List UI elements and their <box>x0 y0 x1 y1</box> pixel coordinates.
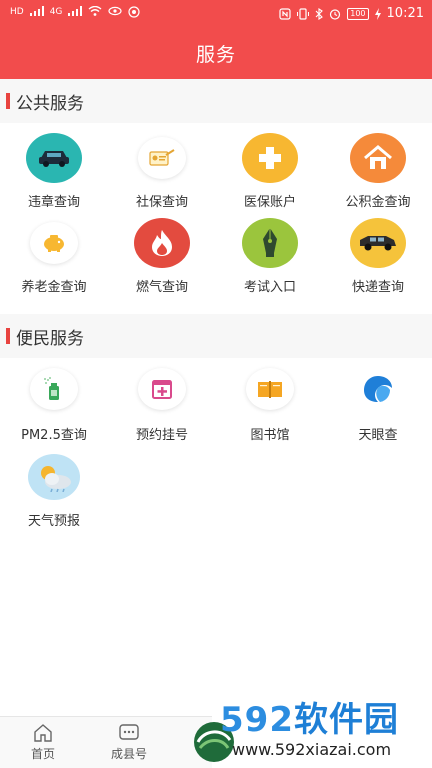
hd-indicator: HD <box>10 7 24 17</box>
status-bar: HD 4G 100 10:21 <box>0 0 432 28</box>
service-weather[interactable]: 天气预报 <box>11 454 97 529</box>
item-label: 天眼查 <box>358 428 398 443</box>
watermark-text: 软件园 <box>293 700 399 740</box>
section-title: 公共服务 <box>16 94 84 114</box>
chat-bubble-icon <box>99 723 159 743</box>
battery-level: 100 <box>347 7 369 20</box>
app-header: HD 4G 100 10:21 服务 <box>0 0 432 79</box>
delivery-van-icon <box>350 218 406 268</box>
status-right: 100 10:21 <box>279 6 424 21</box>
air-spray-icon <box>30 368 78 410</box>
item-label: 医保账户 <box>243 195 296 210</box>
nfc-icon <box>279 7 291 20</box>
home-icon <box>13 723 73 743</box>
charging-icon <box>374 7 381 20</box>
book-icon <box>246 368 294 410</box>
watermark-digits: 592 <box>220 700 294 740</box>
flame-icon <box>134 218 190 268</box>
section-accent-bar <box>6 93 10 109</box>
service-library[interactable]: 图书馆 <box>227 368 313 443</box>
weather-icon <box>28 454 80 500</box>
house-icon <box>350 133 406 183</box>
watermark-url: www.592xiazai.com <box>232 740 392 759</box>
pen-icon <box>242 218 298 268</box>
nav-label: 首页 <box>30 747 55 761</box>
service-social-security[interactable]: 社保查询 <box>119 133 205 210</box>
item-label: 天气预报 <box>27 514 80 529</box>
signal-icon-2 <box>68 6 83 18</box>
item-label: 快递查询 <box>351 280 404 295</box>
service-tianyancha[interactable]: 天眼查 <box>335 368 421 443</box>
signal-icon <box>29 6 44 18</box>
eye-icon <box>108 6 123 18</box>
bluetooth-icon <box>315 7 324 20</box>
car-icon <box>26 133 82 183</box>
service-medical-account[interactable]: 医保账户 <box>227 133 313 210</box>
item-label: 考试入口 <box>243 280 296 295</box>
item-label: 公积金查询 <box>345 195 411 210</box>
nav-home[interactable]: 首页 <box>13 723 73 762</box>
watermark-brand: 592软件园 <box>220 692 399 741</box>
network-label: 4G <box>49 7 63 17</box>
social-security-card-icon <box>138 137 186 179</box>
convenience-services-header: 便民服务 <box>0 314 432 358</box>
public-services-header: 公共服务 <box>0 79 432 123</box>
section-accent-bar <box>6 328 10 344</box>
site-watermark: 592软件园 www.592xiazai.com <box>194 688 432 768</box>
hospital-register-icon <box>138 368 186 410</box>
item-label: 社保查询 <box>135 195 188 210</box>
clock: 10:21 <box>386 6 424 21</box>
service-express-query[interactable]: 快递查询 <box>335 218 421 295</box>
alarm-icon <box>329 8 341 20</box>
nav-chengxian[interactable]: 成县号 <box>99 723 159 762</box>
status-left: HD 4G <box>10 5 141 18</box>
item-label: 养老金查询 <box>21 280 87 295</box>
page-title: 服务 <box>195 44 236 66</box>
vibrate-icon <box>297 7 310 20</box>
item-label: 图书馆 <box>250 428 290 443</box>
item-label: 燃气查询 <box>135 280 188 295</box>
item-label: 违章查询 <box>27 195 80 210</box>
item-label: 预约挂号 <box>135 428 188 443</box>
service-exam-entry[interactable]: 考试入口 <box>227 218 313 295</box>
service-pension-query[interactable]: 养老金查询 <box>11 218 97 295</box>
service-violation-query[interactable]: 违章查询 <box>11 133 97 210</box>
service-gas-query[interactable]: 燃气查询 <box>119 218 205 295</box>
item-label: PM2.5查询 <box>21 428 87 443</box>
medical-cross-icon <box>242 133 298 183</box>
service-appointment[interactable]: 预约挂号 <box>119 368 205 443</box>
app-notification-icon <box>128 6 141 18</box>
section-title: 便民服务 <box>16 329 84 349</box>
service-pm25[interactable]: PM2.5查询 <box>11 368 97 443</box>
service-housing-fund[interactable]: 公积金查询 <box>335 133 421 210</box>
wifi-icon <box>88 5 102 18</box>
nav-label: 成县号 <box>110 747 147 761</box>
tianyancha-logo-icon <box>354 368 402 410</box>
piggy-bank-icon <box>30 222 78 264</box>
